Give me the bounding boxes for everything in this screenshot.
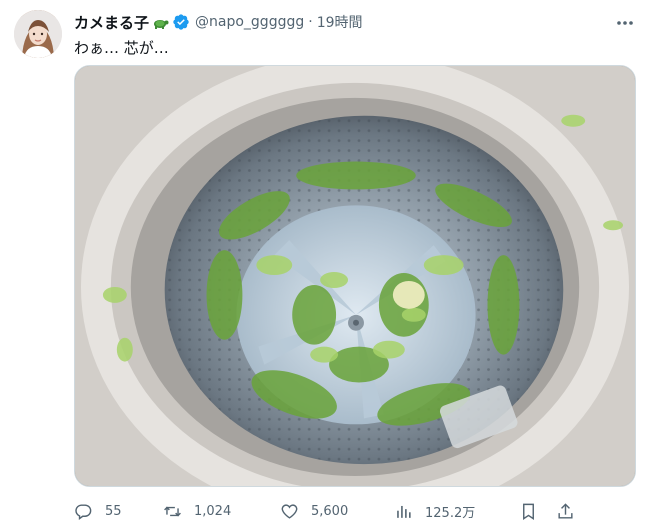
heart-icon [280,502,299,521]
more-options-icon[interactable] [614,12,636,34]
tweet-text: わぁ… 芯が… [74,39,169,57]
tweet-actions: 55 1,024 5,600 125.2万 [74,499,636,523]
tweet-media-image[interactable] [74,65,636,487]
bookmark-button[interactable] [519,502,538,521]
verified-badge-icon[interactable] [172,13,190,31]
display-name[interactable]: カメまる子 [74,12,149,33]
turtle-icon [151,13,169,31]
separator-dot: · [308,14,313,30]
views-icon [394,502,413,521]
like-count: 5,600 [311,503,349,519]
share-button[interactable] [556,502,575,521]
like-button[interactable]: 5,600 [280,502,348,521]
handle[interactable]: @napo_gggggg [195,14,304,30]
tweet: カメまる子 @napo_gggggg · 19時間 わぁ… 芯が… 55 1,0… [0,0,652,532]
retweet-button[interactable]: 1,024 [163,502,231,521]
timestamp[interactable]: 19時間 [317,12,363,32]
bookmark-icon [519,502,538,521]
reply-button[interactable]: 55 [74,502,122,521]
avatar[interactable] [14,10,62,58]
view-count: 125.2万 [425,505,476,521]
views-button[interactable]: 125.2万 [394,502,475,521]
tweet-header: カメまる子 @napo_gggggg · 19時間 [74,12,363,32]
retweet-icon [163,502,182,521]
reply-icon [74,502,93,521]
retweet-count: 1,024 [194,503,232,519]
share-icon [556,502,575,521]
reply-count: 55 [105,503,122,519]
